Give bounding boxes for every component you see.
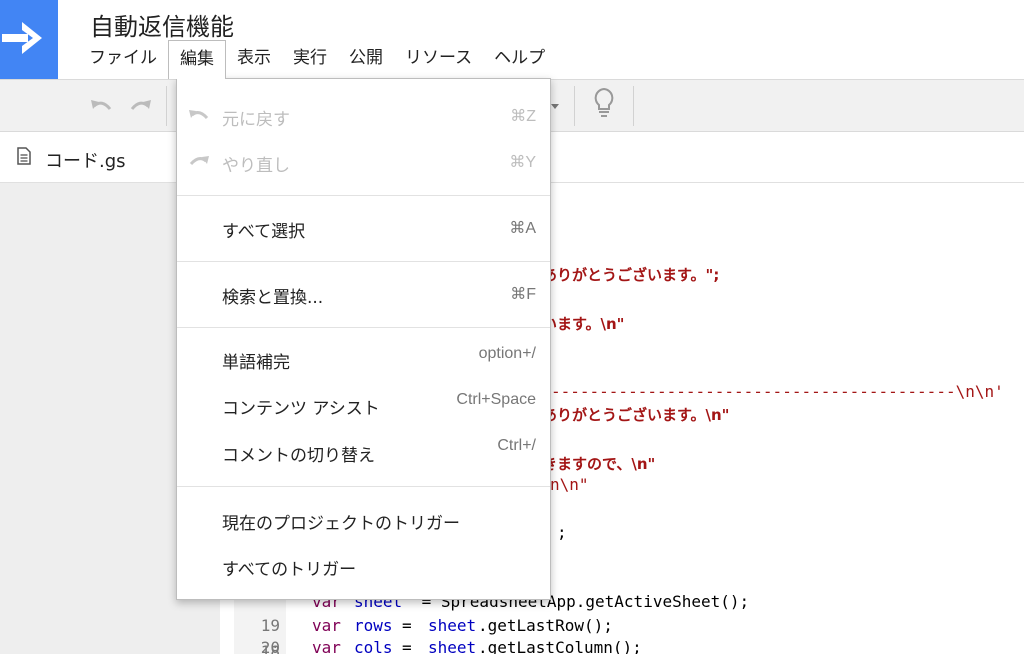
undo-icon[interactable]: [88, 92, 116, 120]
code-keyword: var: [312, 616, 341, 635]
menu-item-shortcut: Ctrl+Space: [456, 391, 536, 408]
menu-divider: [177, 195, 550, 196]
code-string-fragment: います。\n": [542, 315, 625, 333]
menu-edit[interactable]: 編集: [168, 40, 226, 79]
dropdown-caret-icon[interactable]: [551, 104, 559, 109]
menu-help[interactable]: ヘルプ: [483, 40, 556, 78]
menu-item-label: 現在のプロジェクトのトリガー: [222, 514, 460, 534]
code-text: .getLastColumn();: [478, 638, 642, 654]
menu-item-all-triggers[interactable]: すべてのトリガー: [177, 545, 550, 585]
file-name: コード.gs: [45, 151, 126, 172]
menu-item-shortcut: ⌘F: [510, 286, 536, 303]
code-keyword: var: [312, 638, 341, 654]
toolbar-divider: [574, 86, 575, 126]
menu-item-word-completion[interactable]: 単語補完 option+/: [177, 338, 550, 378]
menu-item-label: すべてのトリガー: [222, 560, 357, 580]
menu-view[interactable]: 表示: [226, 40, 282, 78]
menu-item-toggle-comment[interactable]: コメントの切り替え Ctrl+/: [177, 431, 550, 471]
menu-item-content-assist[interactable]: コンテンツ アシスト Ctrl+Space: [177, 384, 550, 424]
menu-item-label: 元に戻す: [222, 110, 290, 130]
menu-file[interactable]: ファイル: [78, 40, 168, 78]
code-variable: sheet: [428, 638, 477, 654]
menu-item-find-replace[interactable]: 検索と置換... ⌘F: [177, 273, 550, 313]
lightbulb-icon[interactable]: [590, 87, 618, 117]
menu-divider: [177, 261, 550, 262]
menu-item-label: 検索と置換...: [222, 288, 324, 308]
menu-item-label: 単語補完: [222, 353, 290, 373]
project-title[interactable]: 自動返信機能: [90, 7, 234, 42]
menu-bar: ファイル 編集 表示 実行 公開 リソース ヘルプ: [78, 40, 556, 79]
menu-item-current-project-triggers[interactable]: 現在のプロジェクトのトリガー: [177, 499, 550, 539]
code-string-fragment: n\n": [550, 475, 589, 494]
code-variable: cols: [354, 638, 393, 654]
undo-icon: [189, 110, 209, 120]
menu-item-shortcut: Ctrl+/: [497, 437, 536, 454]
code-operator: =: [402, 638, 412, 654]
menu-item-shortcut: ⌘A: [509, 220, 536, 237]
menu-item-label: コンテンツ アシスト: [222, 399, 380, 419]
line-number: 19: [260, 616, 280, 635]
code-string-fragment: ありがとうございます。\n": [542, 406, 730, 424]
code-operator: =: [402, 616, 412, 635]
code-variable: sheet: [428, 616, 477, 635]
menu-item-select-all[interactable]: すべて選択 ⌘A: [177, 207, 550, 247]
code-text: .getLastRow();: [478, 616, 613, 635]
code-variable: rows: [354, 616, 393, 635]
apps-script-logo[interactable]: [0, 0, 58, 79]
menu-item-label: すべて選択: [222, 222, 306, 242]
code-string-fragment: ----------------------------------------…: [551, 382, 1004, 401]
menu-item-shortcut: option+/: [478, 345, 536, 362]
arrow-right-icon: [2, 22, 42, 54]
menu-divider: [177, 327, 550, 328]
menu-publish[interactable]: 公開: [338, 40, 394, 78]
menu-run[interactable]: 実行: [282, 40, 338, 78]
code-string-fragment: ありがとうございます。";: [542, 266, 720, 284]
toolbar-divider: [633, 86, 634, 126]
document-icon: [17, 147, 31, 165]
toolbar-divider: [166, 86, 167, 126]
edit-menu-dropdown: 元に戻す ⌘Z やり直し ⌘Y すべて選択 ⌘A 検索と置換... ⌘F 単語補…: [176, 78, 551, 600]
line-number: 20: [260, 638, 280, 654]
menu-resources[interactable]: リソース: [394, 40, 483, 78]
menu-item-label: コメントの切り替え: [222, 446, 375, 466]
redo-icon[interactable]: [126, 92, 154, 120]
code-string-fragment: きますので、\n": [542, 455, 656, 473]
menu-item-undo[interactable]: 元に戻す ⌘Z: [177, 95, 550, 135]
menu-divider: [177, 486, 550, 487]
code-fragment: ;: [557, 523, 567, 542]
menu-item-shortcut: ⌘Y: [509, 154, 536, 171]
menu-item-shortcut: ⌘Z: [510, 108, 536, 125]
redo-icon: [189, 156, 209, 166]
menu-item-redo[interactable]: やり直し ⌘Y: [177, 141, 550, 181]
menu-item-label: やり直し: [222, 156, 290, 176]
